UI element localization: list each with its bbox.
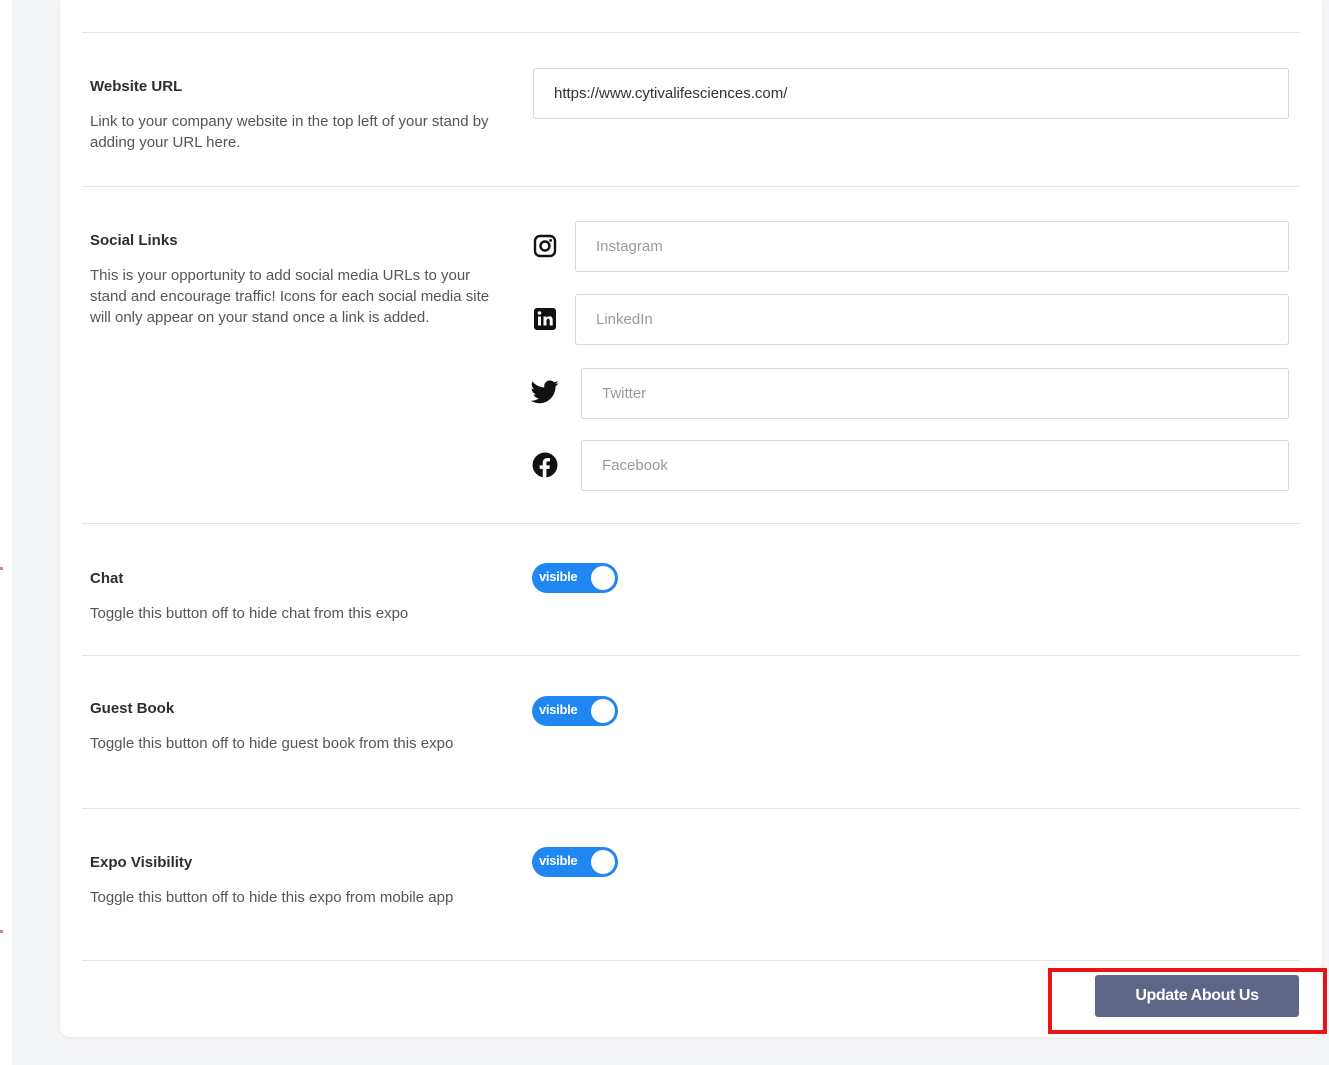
guest-book-visibility-toggle[interactable]: visible [532,696,618,726]
chat-toggle-label: visible [539,569,578,584]
facebook-input[interactable] [581,440,1289,491]
guest-book-label: Guest Book [90,700,175,717]
chat-description: Toggle this button off to hide chat from… [90,605,409,622]
twitter-input[interactable] [581,368,1289,419]
website-url-label: Website URL [90,78,183,95]
chat-label: Chat [90,570,124,587]
about-us-settings-card [60,0,1322,1037]
toggle-knob [591,850,615,874]
instagram-input[interactable] [575,221,1289,272]
left-panel-edge [0,0,12,1065]
divider [82,655,1300,656]
toggle-knob [591,699,615,723]
edge-marker [0,930,3,933]
toggle-knob [591,566,615,590]
divider [82,186,1300,187]
social-links-description: This is your opportunity to add social m… [90,267,490,326]
facebook-icon [531,451,559,479]
chat-visibility-toggle[interactable]: visible [532,563,618,593]
instagram-icon [531,232,559,260]
divider [82,523,1300,524]
website-url-description: Link to your company website in the top … [90,113,489,151]
twitter-icon [531,378,559,406]
linkedin-input[interactable] [575,294,1289,345]
expo-visibility-label: Expo Visibility [90,854,193,871]
website-url-input[interactable] [533,68,1289,119]
expo-visibility-toggle[interactable]: visible [532,847,618,877]
divider [82,808,1300,809]
divider [82,32,1300,33]
divider [82,960,1300,961]
guest-book-description: Toggle this button off to hide guest boo… [90,735,454,752]
linkedin-icon [531,305,559,333]
social-links-label: Social Links [90,232,178,249]
expo-visibility-toggle-label: visible [539,853,578,868]
guest-book-toggle-label: visible [539,702,578,717]
expo-visibility-description: Toggle this button off to hide this expo… [90,889,454,906]
highlight-annotation-box [1048,968,1327,1034]
edge-marker [0,567,3,570]
